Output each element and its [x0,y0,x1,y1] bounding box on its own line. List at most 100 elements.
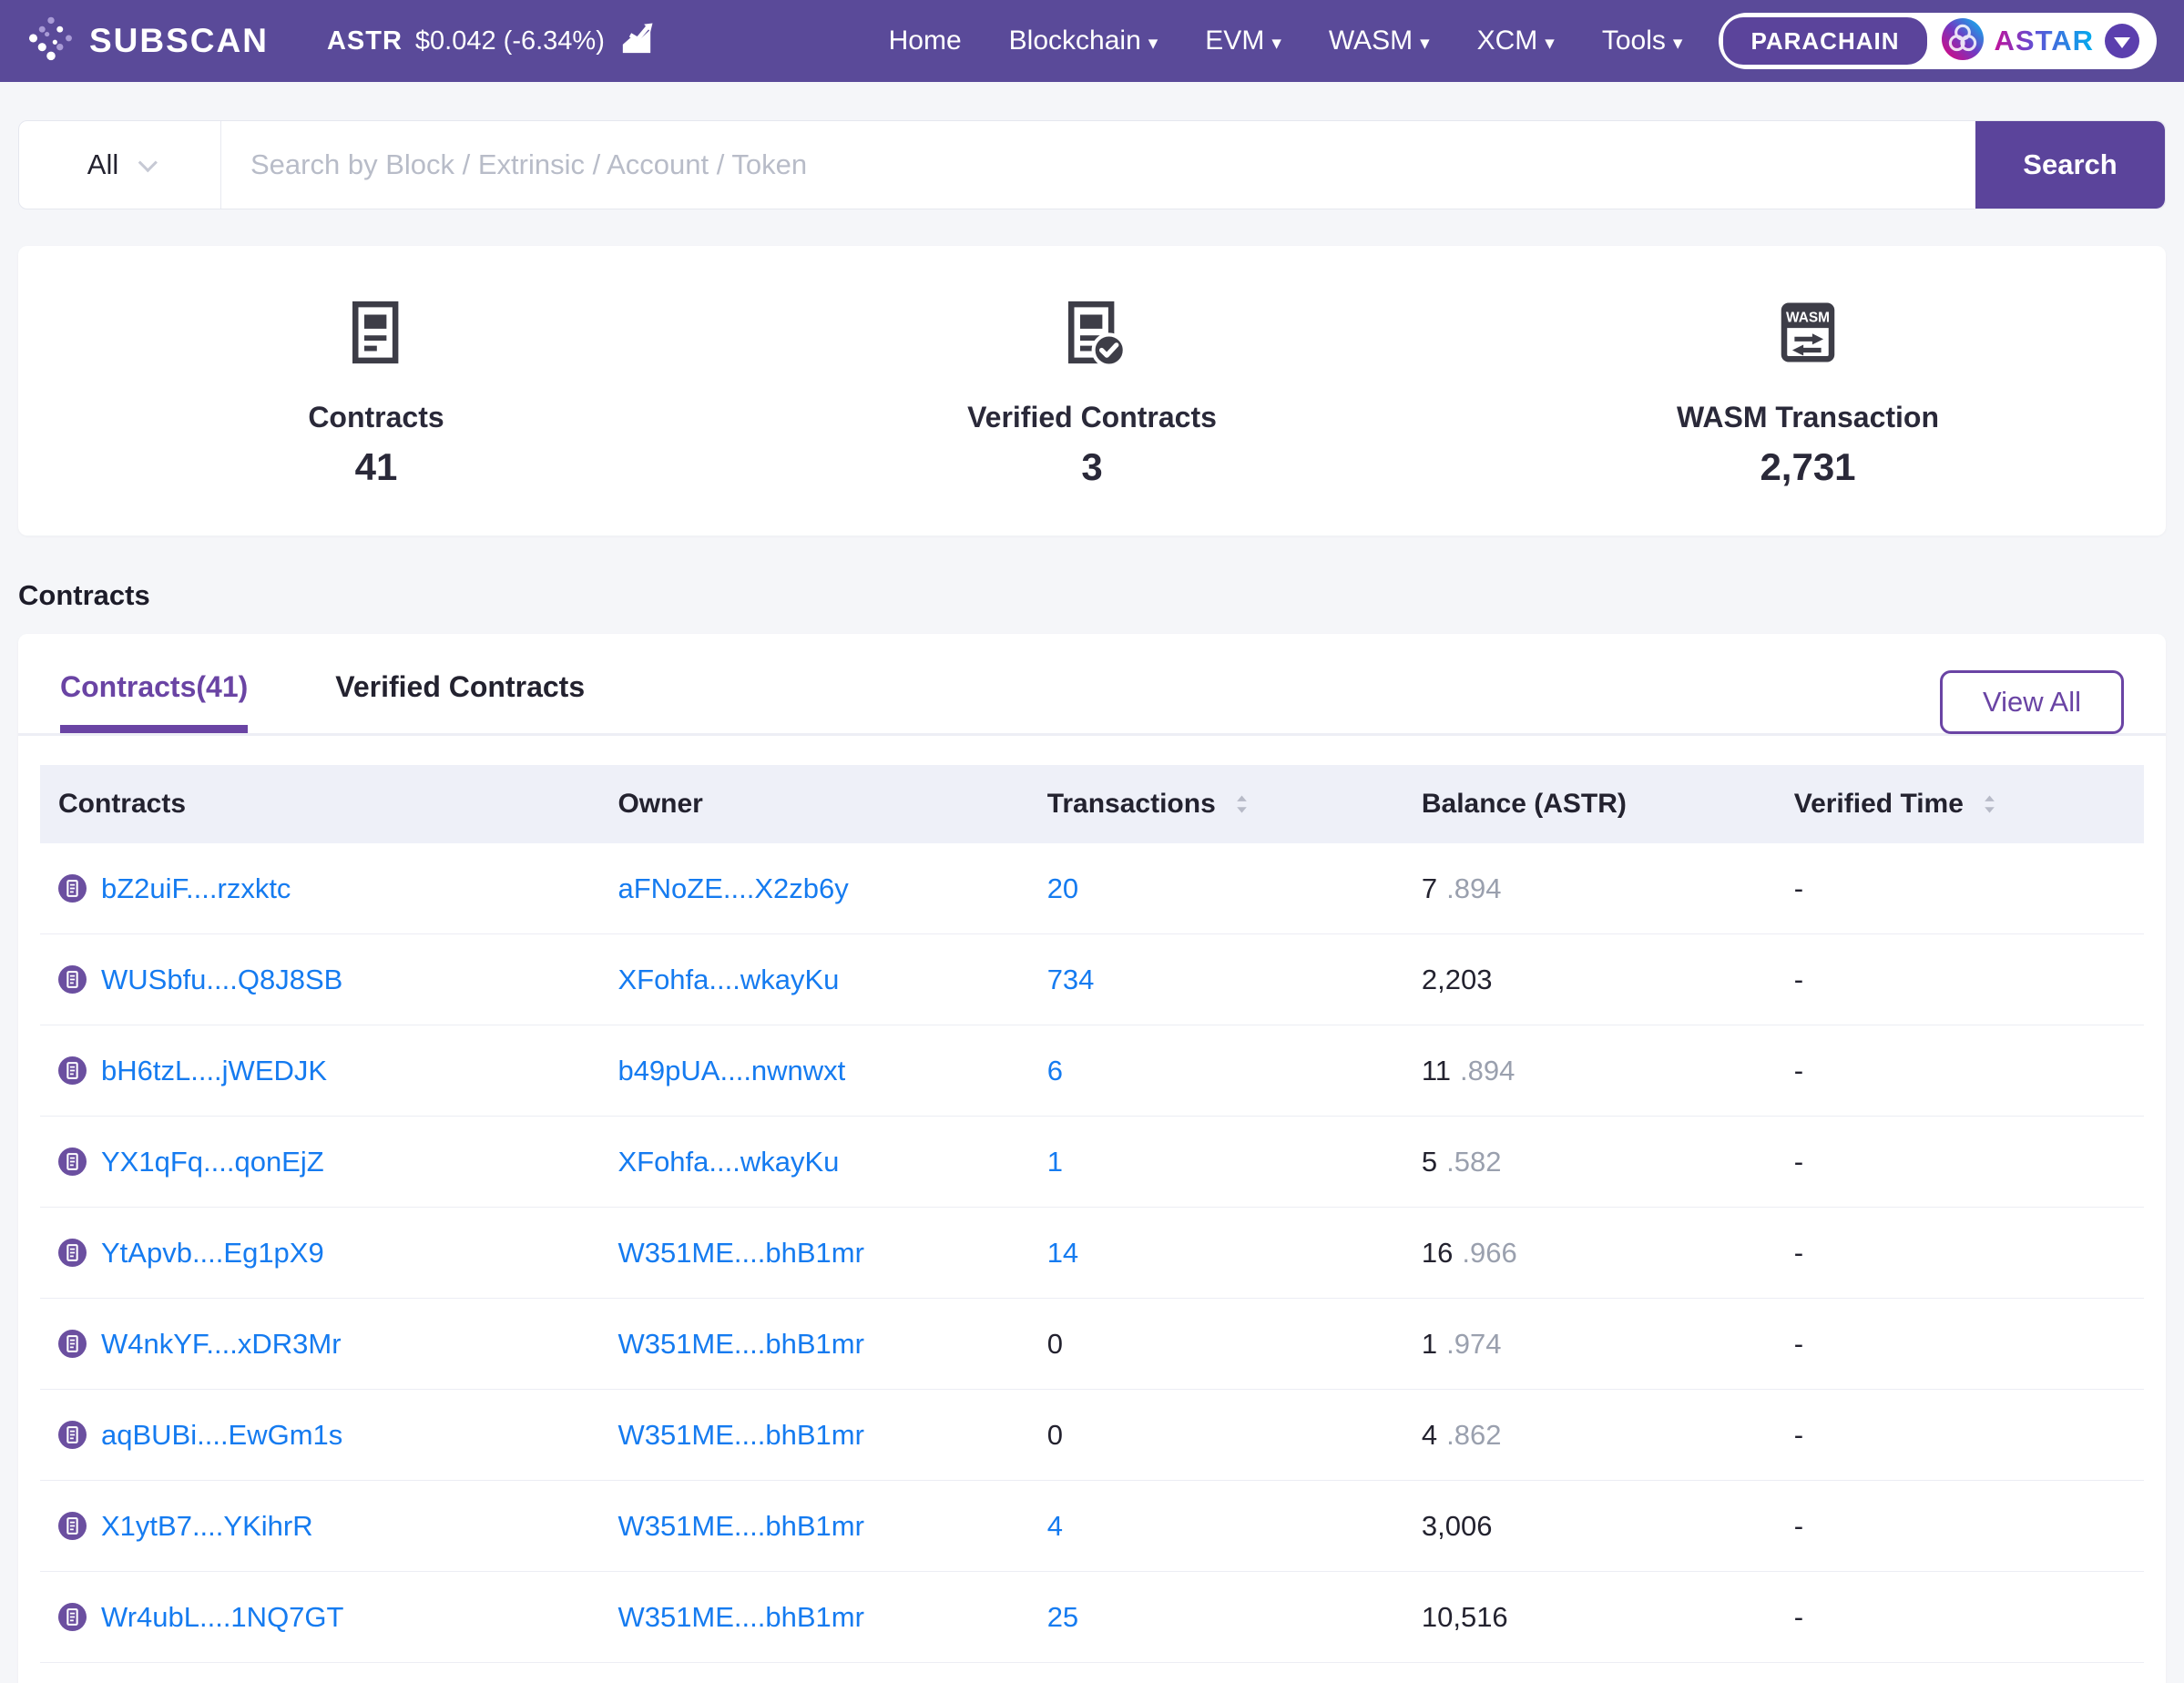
column-header-balance: Balance (ASTR) [1403,789,1776,820]
parachain-button[interactable]: PARACHAIN [1723,17,1926,65]
verified-time: - [1776,1055,2144,1087]
contracts-card: Contracts(41) Verified Contracts View Al… [18,634,2166,1683]
balance-value: 11 [1422,1055,1451,1087]
chevron-down-icon: ▾ [1148,34,1158,53]
owner-link[interactable]: W351ME....bhB1mr [617,1237,863,1270]
tab-contracts[interactable]: Contracts(41) [60,634,248,733]
contract-link[interactable]: bH6tzL....jWEDJK [101,1055,327,1087]
table-row: bH6tzL....jWEDJK b49pUA....nwnwxt 6 11 .8… [40,1025,2144,1117]
network-current[interactable]: ASTAR [1942,18,2152,65]
contract-icon [58,965,87,994]
chevron-down-icon: ▾ [1545,34,1555,53]
table-row: WUSbfu....Q8J8SB XFohfa....wkayKu 734 2,… [40,934,2144,1025]
owner-link[interactable]: W351ME....bhB1mr [617,1328,863,1361]
contract-link[interactable]: Wr4ubL....1NQ7GT [101,1601,343,1634]
balance-value: 2,203 [1422,964,1493,996]
nav-blockchain[interactable]: Blockchain ▾ [1009,26,1158,56]
contract-link[interactable]: bZ2uiF....rzxktc [101,872,291,905]
owner-link[interactable]: aFNoZE....X2zb6y [617,872,848,905]
transactions-link[interactable]: 734 [1047,964,1095,996]
search-button[interactable]: Search [1975,121,2165,209]
owner-link[interactable]: W351ME....bhB1mr [617,1419,863,1452]
transactions-link[interactable]: 4 [1047,1510,1063,1543]
verified-time: - [1776,1510,2144,1543]
contract-link[interactable]: YtApvb....Eg1pX9 [101,1237,324,1270]
table-body: bZ2uiF....rzxktc aFNoZE....X2zb6y 20 7 .8… [40,843,2144,1663]
nav-evm[interactable]: EVM ▾ [1205,26,1281,56]
stat-value: 3 [1081,445,1102,489]
nav-tools[interactable]: Tools ▾ [1602,26,1683,56]
stat-wasm-transaction: WASM WASM Transaction 2,731 [1450,297,2166,536]
nav-wasm-label: WASM [1329,26,1413,56]
page-title: Contracts [18,579,2166,612]
stats-card: Contracts 41 Verified Contracts 3 WASM [18,246,2166,536]
contract-icon [58,1603,87,1631]
contract-link[interactable]: aqBUBi....EwGm1s [101,1419,342,1452]
table-row: aqBUBi....EwGm1s W351ME....bhB1mr 0 4.86… [40,1390,2144,1481]
table-row: W4nkYF....xDR3Mr W351ME....bhB1mr 0 1.97… [40,1299,2144,1390]
contract-icon [58,1421,87,1449]
transactions-link[interactable]: 20 [1047,872,1078,905]
token-price: $0.042 (-6.34%) [415,26,605,56]
network-name: ASTAR [1995,25,2094,57]
transactions-link[interactable]: 14 [1047,1237,1078,1270]
contract-link[interactable]: WUSbfu....Q8J8SB [101,964,342,996]
contract-icon [58,1148,87,1176]
nav-tools-label: Tools [1602,26,1666,56]
balance-value: 16 [1422,1237,1453,1270]
nav-xcm[interactable]: XCM ▾ [1477,26,1555,56]
subscan-brand[interactable]: SUBSCAN [27,15,269,67]
column-header-label: Transactions [1047,789,1216,820]
search-input[interactable] [221,121,1975,209]
verified-time: - [1776,1419,2144,1452]
table-row: Wr4ubL....1NQ7GT W351ME....bhB1mr 25 10,… [40,1572,2144,1663]
main-nav: Home Blockchain ▾ EVM ▾ WASM ▾ XCM ▾ Too… [889,26,1683,56]
table-row: YX1qFq....qonEjZ XFohfa....wkayKu 1 5.58… [40,1117,2144,1208]
balance-value: 7 [1422,872,1437,905]
stat-value: 2,731 [1760,445,1855,489]
network-selector: PARACHAIN [1719,13,2157,69]
column-header-transactions[interactable]: Transactions [1029,789,1403,820]
verified-time: - [1776,872,2144,905]
balance-value: 5 [1422,1146,1437,1178]
table-row: bZ2uiF....rzxktc aFNoZE....X2zb6y 20 7 .8… [40,843,2144,934]
balance-decimals: .894 [1460,1055,1515,1087]
search-filter-value: All [87,148,118,181]
owner-link[interactable]: b49pUA....nwnwxt [617,1055,845,1087]
owner-link[interactable]: W351ME....bhB1mr [617,1601,863,1634]
sort-icon[interactable] [1234,793,1250,815]
transactions-link[interactable]: 6 [1047,1055,1063,1087]
balance-decimals: .894 [1446,872,1501,905]
search-filter-dropdown[interactable]: All [19,121,221,209]
column-header-label: Verified Time [1794,789,1964,820]
chevron-down-icon: ▾ [1420,34,1430,53]
view-all-button[interactable]: View All [1940,670,2124,734]
transactions-link[interactable]: 25 [1047,1601,1078,1634]
balance-value: 3,006 [1422,1510,1493,1543]
contract-icon [58,1239,87,1267]
price-chart-icon[interactable] [617,20,656,63]
transactions-link[interactable]: 1 [1047,1146,1063,1178]
stat-verified-contracts: Verified Contracts 3 [734,297,1450,536]
contract-link[interactable]: W4nkYF....xDR3Mr [101,1328,342,1361]
tab-verified-contracts[interactable]: Verified Contracts [335,634,585,733]
stat-contracts: Contracts 41 [18,297,734,536]
balance-value: 1 [1422,1328,1437,1361]
owner-link[interactable]: XFohfa....wkayKu [617,964,839,996]
contract-link[interactable]: X1ytB7....YKihrR [101,1510,313,1543]
nav-wasm[interactable]: WASM ▾ [1329,26,1430,56]
transactions-link[interactable]: 0 [1047,1419,1063,1452]
contract-link[interactable]: YX1qFq....qonEjZ [101,1146,324,1178]
owner-link[interactable]: W351ME....bhB1mr [617,1510,863,1543]
nav-home[interactable]: Home [889,26,962,56]
search-section: All Search [0,82,2184,246]
balance-value: 10,516 [1422,1601,1508,1634]
sort-icon[interactable] [1982,793,1997,815]
owner-link[interactable]: XFohfa....wkayKu [617,1146,839,1178]
column-header-verified-time[interactable]: Verified Time [1776,789,2144,820]
column-header-owner: Owner [599,789,1028,820]
network-chevron-down-icon[interactable] [2105,24,2139,58]
contract-icon [58,1330,87,1358]
stat-label: Contracts [308,401,444,434]
transactions-link[interactable]: 0 [1047,1328,1063,1361]
